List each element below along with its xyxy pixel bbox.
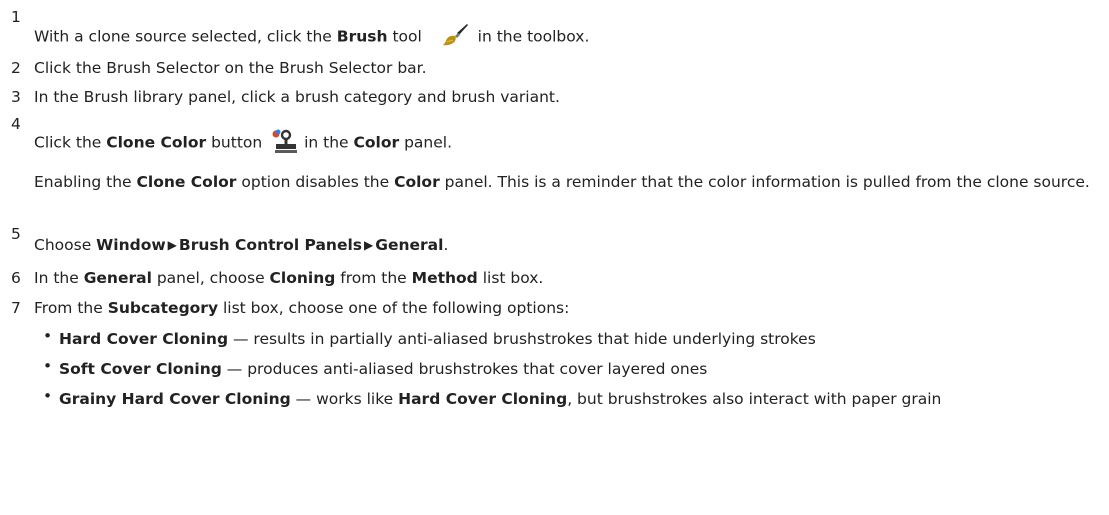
brush-tool-icon bbox=[442, 23, 469, 51]
text-run: From the bbox=[34, 299, 108, 317]
text-run: — works like bbox=[290, 390, 399, 408]
bold-term: Brush bbox=[336, 27, 388, 46]
bold-term: Grainy Hard Cover Cloning bbox=[59, 390, 291, 408]
bold-term: Color bbox=[353, 133, 400, 152]
step-7: 7 From the Subcategory list box, choose … bbox=[0, 296, 1100, 515]
text-run: With a clone source selected, click the bbox=[34, 27, 337, 46]
menu-path-brush-control-panels: Brush Control Panels bbox=[178, 236, 363, 254]
text-run: panel. This is a reminder that the color… bbox=[439, 173, 1090, 191]
list-item-text: Grainy Hard Cover Cloning — works like H… bbox=[59, 387, 1099, 411]
step-text: Click the Clone Color button in the Colo… bbox=[34, 129, 452, 157]
text-run: Choose bbox=[34, 236, 97, 254]
text-run: panel. bbox=[399, 133, 452, 152]
text-run: , but brushstrokes also interact with pa… bbox=[567, 390, 942, 408]
text-run: in the toolbox. bbox=[472, 27, 590, 46]
step-1: 1 With a clone source selected, click th… bbox=[0, 8, 1100, 46]
list-item-text: Soft Cover Cloning — produces anti-alias… bbox=[59, 357, 1099, 381]
menu-path-window: Window bbox=[96, 236, 166, 254]
step-number: 3 bbox=[11, 88, 21, 106]
text-run: in the bbox=[299, 133, 354, 152]
document-page: 1 With a clone source selected, click th… bbox=[0, 0, 1109, 515]
bullet-icon: • bbox=[43, 327, 53, 345]
bold-term: Soft Cover Cloning bbox=[59, 360, 222, 378]
menu-arrow-icon: ▶ bbox=[364, 238, 374, 252]
step-5: 5 Choose Window ▶ Brush Control Panels ▶ Gen… bbox=[0, 225, 1100, 259]
bold-term: Color bbox=[394, 173, 440, 191]
text-run: Enabling the bbox=[34, 173, 137, 191]
text-run: list box. bbox=[477, 269, 544, 287]
text-run: from the bbox=[335, 269, 412, 287]
bullet-icon: • bbox=[43, 357, 53, 375]
text-run: button bbox=[206, 133, 268, 152]
text-run: — produces anti-aliased brushstrokes tha… bbox=[221, 360, 708, 378]
step-text: From the Subcategory list box, choose on… bbox=[34, 299, 569, 317]
step-text: Choose Window ▶ Brush Control Panels ▶ Gener… bbox=[34, 236, 448, 254]
text-run: list box, choose one of the following op… bbox=[218, 299, 570, 317]
step-text: With a clone source selected, click the … bbox=[34, 23, 589, 51]
step-number: 6 bbox=[11, 269, 21, 287]
bold-term: Hard Cover Cloning bbox=[398, 390, 568, 408]
step-number: 1 bbox=[11, 8, 21, 26]
bold-term: Clone Color bbox=[106, 133, 207, 152]
bold-term: Subcategory bbox=[107, 299, 219, 317]
step-text: In the Brush library panel, click a brus… bbox=[34, 88, 560, 106]
step-number: 7 bbox=[11, 299, 21, 317]
text-run: tool bbox=[387, 27, 422, 46]
bold-term: Hard Cover Cloning bbox=[59, 330, 229, 348]
text-run: In the bbox=[34, 269, 84, 287]
step-number: 4 bbox=[11, 115, 21, 133]
text-run: . bbox=[443, 236, 449, 254]
text-run: — results in partially anti-aliased brus… bbox=[228, 330, 816, 348]
text-run: Click the bbox=[34, 133, 107, 152]
text-run: panel, choose bbox=[151, 269, 270, 287]
clone-color-stamp-icon bbox=[271, 129, 298, 157]
list-item-text: Hard Cover Cloning — results in partiall… bbox=[59, 327, 1099, 351]
menu-arrow-icon: ▶ bbox=[167, 238, 177, 252]
bullet-icon: • bbox=[43, 387, 53, 405]
step-text: In the General panel, choose Cloning fro… bbox=[34, 269, 543, 287]
step-3: 3 In the Brush library panel, click a br… bbox=[0, 85, 1100, 109]
text-run: option disables the bbox=[236, 173, 395, 191]
step-note: Enabling the Clone Color option disables… bbox=[34, 170, 1096, 194]
step-4: 4 Click the Clone Color button in the Co… bbox=[0, 115, 1100, 215]
step-number: 2 bbox=[11, 59, 21, 77]
bold-term: Cloning bbox=[269, 269, 336, 287]
bold-term: General bbox=[83, 269, 152, 287]
step-2: 2 Click the Brush Selector on the Brush … bbox=[0, 56, 1100, 80]
menu-path-general: General bbox=[375, 236, 444, 254]
bold-term: Method bbox=[411, 269, 478, 287]
step-text: Click the Brush Selector on the Brush Se… bbox=[34, 59, 427, 77]
step-number: 5 bbox=[11, 225, 21, 243]
step-6: 6 In the General panel, choose Cloning f… bbox=[0, 266, 1100, 290]
bold-term: Clone Color bbox=[136, 173, 237, 191]
